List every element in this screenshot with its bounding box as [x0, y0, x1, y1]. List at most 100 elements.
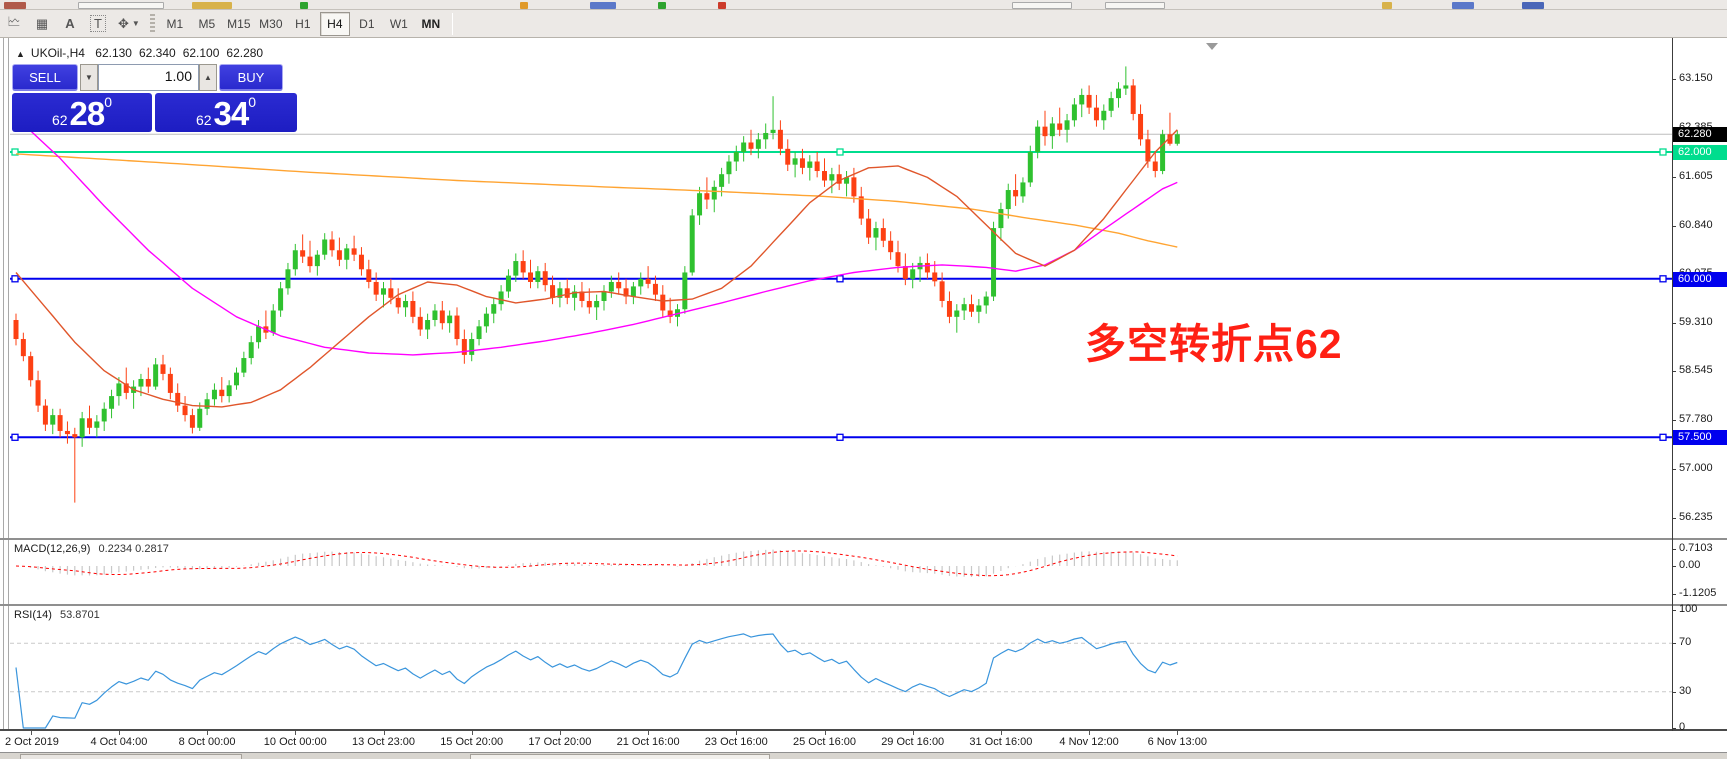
sell-button[interactable]: SELL: [12, 64, 78, 91]
one-click-trading-panel: SELL ▼ 1.00 ▲ BUY 62 28 0 62 34 0: [12, 64, 297, 132]
toolbar-grip: [149, 13, 155, 34]
axis-tick: [1672, 469, 1676, 470]
macd-label: MACD(12,26,9) 0.2234 0.2817: [14, 543, 169, 555]
toolbar-fragment-icon: [192, 2, 232, 9]
grid-glyph: ▦: [35, 15, 49, 31]
timeframe-button-m1[interactable]: M1: [160, 12, 190, 36]
chart-title: ▲ UKOil-,H4 62.130 62.340 62.100 62.280: [16, 46, 270, 60]
date-label: 2 Oct 2019: [5, 736, 59, 748]
toolbar-fragment-icon: [1382, 2, 1392, 9]
axis-tick: [1672, 548, 1676, 550]
chart-window: ▲ UKOil-,H4 62.130 62.340 62.100 62.280 SELL…: [0, 38, 1727, 759]
date-tick: [648, 731, 650, 735]
sell-price-display[interactable]: 62 28 0: [12, 93, 152, 132]
buy-button[interactable]: BUY: [219, 64, 283, 91]
toolbar-fragment-pressed: [1012, 2, 1072, 9]
timeframe-button-m15[interactable]: M15: [224, 12, 254, 36]
text-label-icon[interactable]: T: [85, 12, 111, 36]
rsi-axis-label: 30: [1679, 684, 1692, 697]
chart-tab[interactable]: [20, 754, 242, 759]
window-border: [3, 38, 4, 752]
toolbar-fragment-icon: [520, 2, 528, 9]
axis-tick: [1672, 177, 1676, 179]
horizontal-line-62[interactable]: [10, 148, 1672, 156]
arrows-glyph: ✥: [118, 15, 129, 31]
chart-toolbar: 🗠 ▦ A T ✥ ▼ M1 M5 M15 M30 H1 H4 D1 W1 MN: [0, 10, 1727, 38]
axis-tick: [1672, 79, 1676, 81]
axis-tick: [1672, 225, 1676, 227]
macd-axis-label: -1.1205: [1679, 586, 1717, 599]
toolbar-row-clipped: [0, 0, 1727, 10]
price-axis-label: 57.000: [1679, 462, 1713, 474]
horizontal-line-57.5[interactable]: [10, 433, 1672, 441]
timeframe-button-w1[interactable]: W1: [384, 12, 414, 36]
timeframe-button-h1[interactable]: H1: [288, 12, 318, 36]
date-label: 21 Oct 16:00: [616, 736, 680, 748]
timeframe-button-m5[interactable]: M5: [192, 12, 222, 36]
axis-tick: [1672, 593, 1676, 595]
price-axis-label: 57.780: [1679, 412, 1713, 425]
timeframe-button-d1[interactable]: D1: [352, 12, 382, 36]
indicator-grid-icon[interactable]: ▦: [29, 12, 55, 36]
insert-text-icon[interactable]: A: [57, 12, 83, 36]
date-tick: [1177, 731, 1179, 735]
text-annotation[interactable]: 多空转折点62: [1085, 310, 1343, 370]
ma-slow-orange[interactable]: [15, 153, 1178, 248]
date-label: 25 Oct 16:00: [793, 736, 856, 748]
rsi-value: 53.8701: [59, 609, 100, 621]
buy-price-display[interactable]: 62 34 0: [155, 93, 297, 132]
macd-axis-label: 0.00: [1679, 559, 1701, 571]
date-tick: [295, 731, 297, 735]
date-label: 6 Nov 13:00: [1147, 736, 1207, 748]
price-axis-label: 63.150: [1679, 72, 1713, 85]
macd-plot: [15, 549, 1178, 577]
letter-t-glyph: T: [90, 15, 106, 32]
toolbar-fragment-icon: [1522, 2, 1544, 9]
timeframe-button-m30[interactable]: M30: [256, 12, 286, 36]
volume-increase-button[interactable]: ▲: [199, 64, 217, 91]
volume-input[interactable]: 1.00: [98, 64, 199, 91]
buy-price-sup: 0: [248, 94, 257, 110]
chart-tab[interactable]: [470, 754, 770, 759]
expert-advisors-icon[interactable]: 🗠: [1, 12, 27, 36]
caret-down-icon: ▼: [85, 73, 93, 82]
date-tick: [912, 731, 914, 735]
toolbar-fragment-icon: [4, 2, 26, 9]
rsi-axis-label: 100: [1679, 603, 1698, 615]
date-label: 15 Oct 20:00: [440, 736, 504, 748]
price-axis-label: 60.840: [1679, 218, 1713, 231]
date-label: 29 Oct 16:00: [881, 736, 945, 748]
chart-shift-marker-icon[interactable]: [1206, 43, 1218, 50]
price-axis-label: 58.545: [1679, 364, 1713, 377]
axis-tick: [1672, 691, 1676, 693]
horizontal-line-60[interactable]: [10, 275, 1672, 283]
price-tag-60.000: 60.000: [1673, 271, 1727, 287]
panel-divider[interactable]: [0, 538, 1727, 540]
timeframe-button-mn[interactable]: MN: [416, 12, 446, 36]
toolbar-fragment-icon: [300, 2, 308, 9]
bar-open-value: 62.130: [95, 46, 132, 60]
ma-fast-red[interactable]: [15, 129, 1178, 408]
date-label: 8 Oct 00:00: [178, 736, 236, 748]
date-tick: [1089, 731, 1091, 735]
objects-arrow-icon[interactable]: ✥ ▼: [113, 12, 145, 36]
date-label: 4 Oct 04:00: [90, 736, 148, 748]
price-tag-62.280: 62.280: [1673, 127, 1727, 143]
window-border: [8, 38, 9, 752]
timeframe-button-h4[interactable]: H4: [319, 11, 350, 36]
date-tick: [207, 731, 209, 735]
macd-name: MACD(12,26,9): [14, 543, 91, 555]
volume-decrease-button[interactable]: ▼: [80, 64, 98, 91]
expert-advisors-glyph: 🗠: [7, 13, 21, 29]
date-tick: [471, 731, 473, 735]
date-label: 4 Nov 12:00: [1059, 736, 1119, 748]
price-tag-57.500: 57.500: [1673, 430, 1727, 446]
date-label: 13 Oct 23:00: [352, 736, 415, 748]
price-axis-label: 61.605: [1679, 170, 1713, 183]
collapse-triangle-icon[interactable]: ▲: [16, 49, 25, 59]
bar-high-value: 62.340: [138, 46, 176, 60]
toolbar-fragment-icon: [658, 2, 666, 9]
panel-divider[interactable]: [0, 604, 1727, 606]
rsi-line: [15, 633, 1178, 729]
date-tick: [30, 731, 32, 735]
